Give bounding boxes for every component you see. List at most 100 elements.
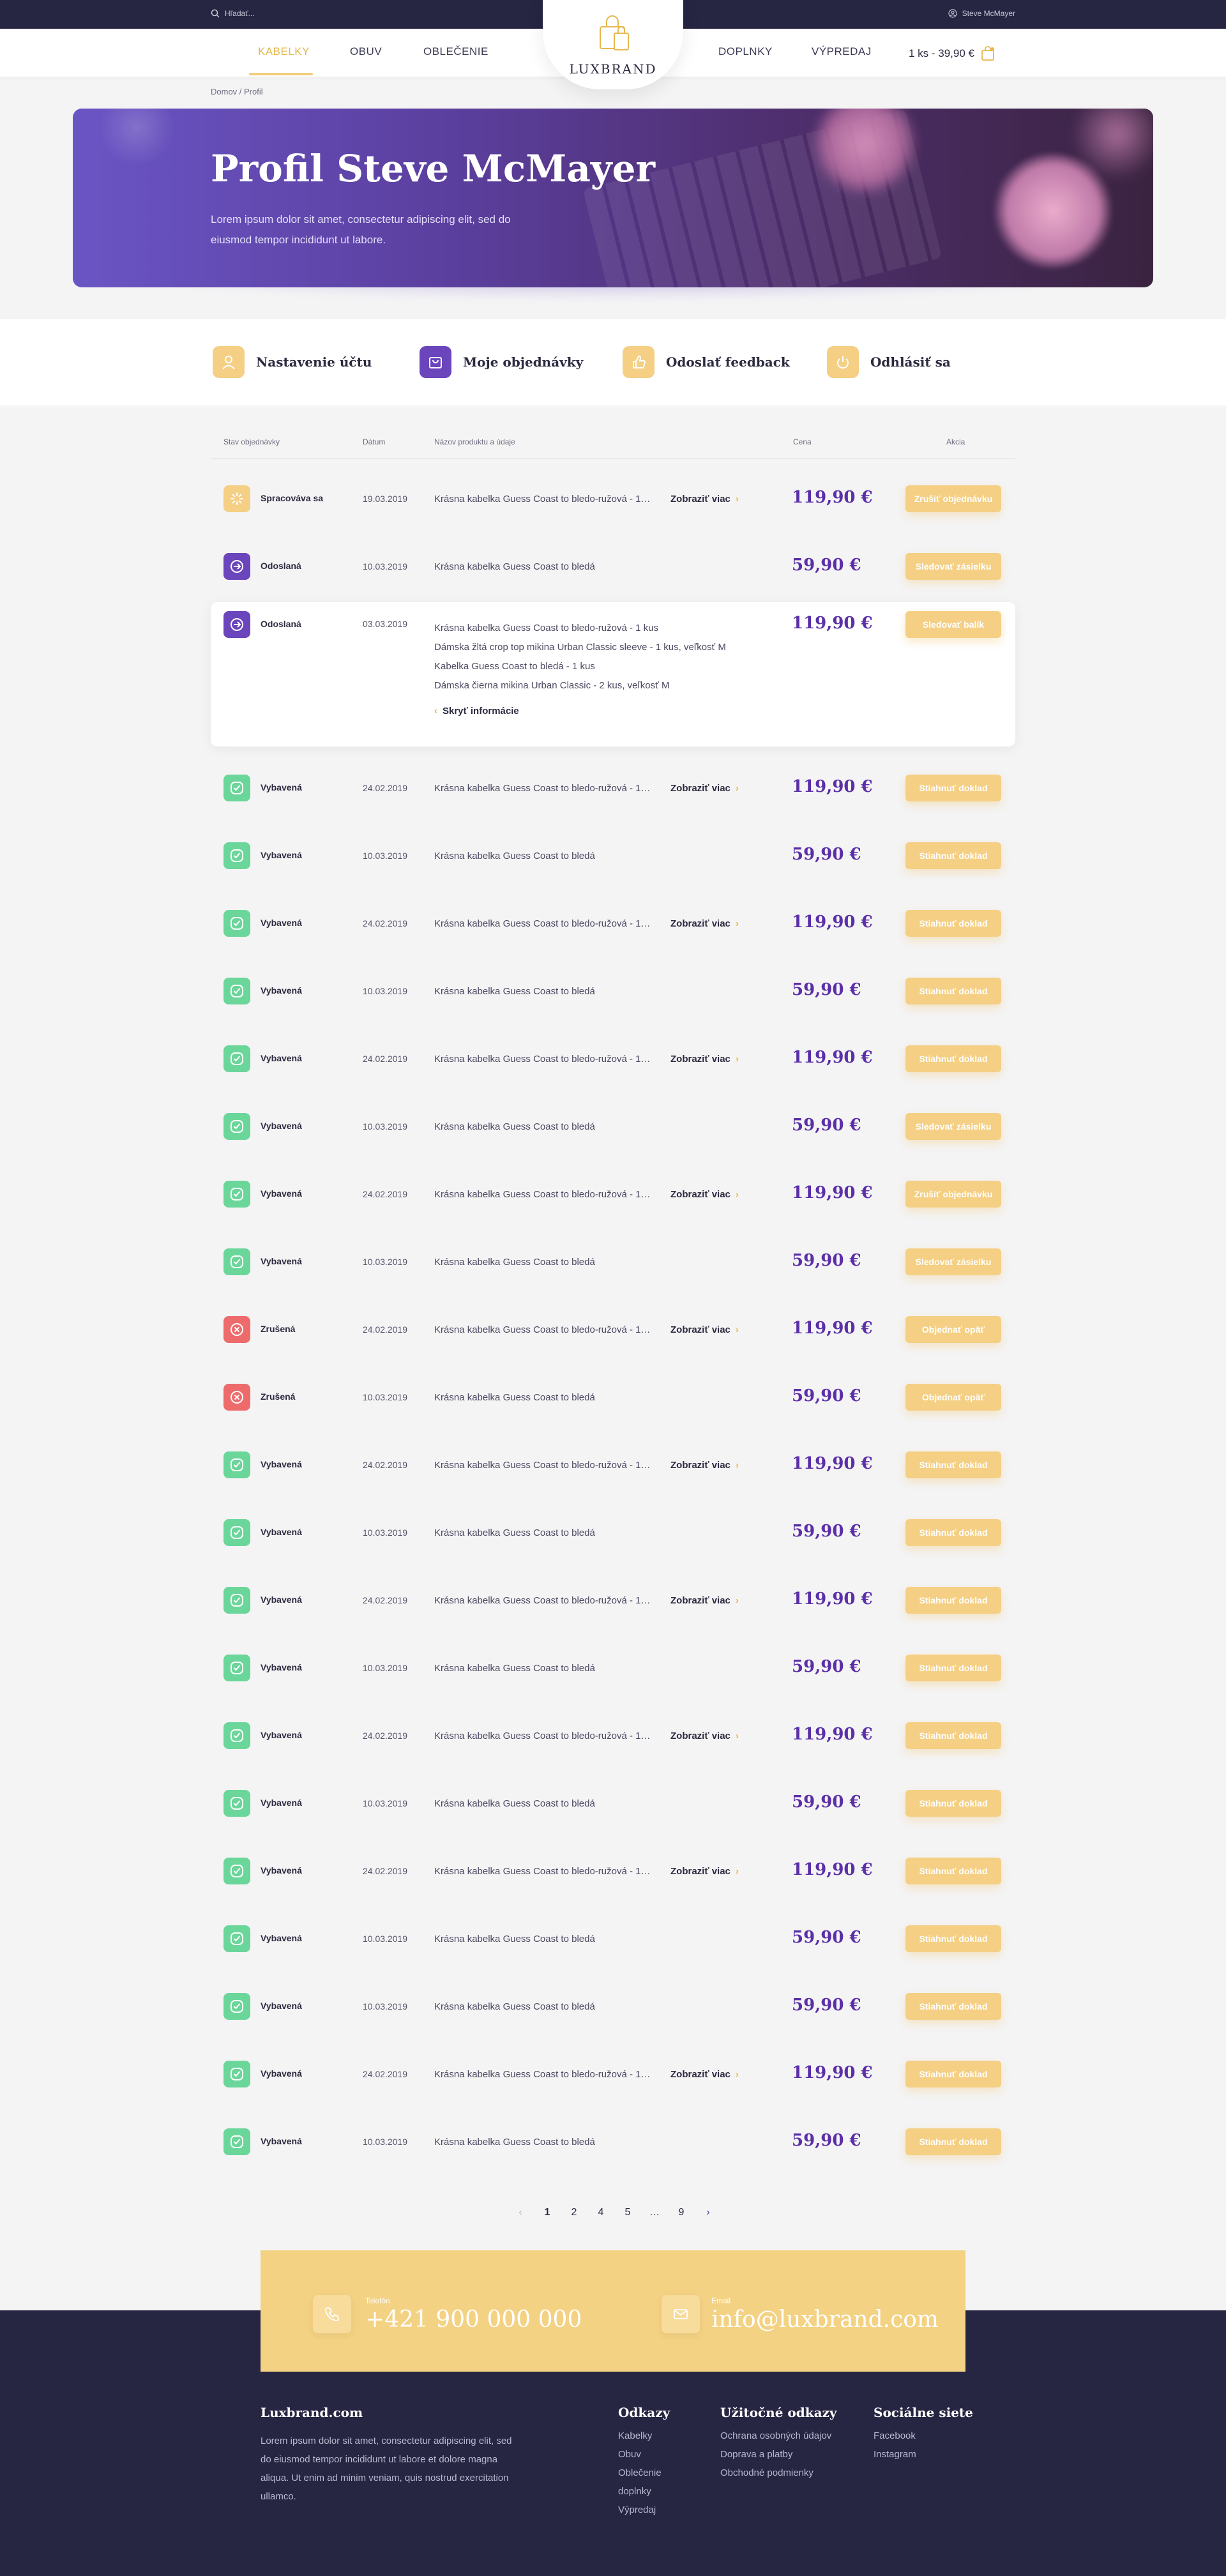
- pagination-prev[interactable]: ‹: [514, 2207, 527, 2218]
- show-more-link[interactable]: Zobraziť viac ›: [670, 2069, 739, 2080]
- nav-item-oblecenie[interactable]: OBLEČENIE: [423, 45, 488, 58]
- footer-link[interactable]: doplnky: [618, 2482, 662, 2501]
- order-row: Vybavená 10.03.2019 Krásna kabelka Guess …: [211, 957, 1015, 1025]
- footer-link[interactable]: Kabelky: [618, 2427, 662, 2445]
- footer-link-facebook[interactable]: Facebook: [874, 2427, 916, 2445]
- footer-link[interactable]: Ochrana osobných údajov: [720, 2427, 831, 2445]
- check-icon: [223, 1790, 250, 1817]
- order-action-button[interactable]: Stiahnuť doklad: [905, 1722, 1001, 1749]
- order-date: 24.02.2019: [363, 1189, 408, 1199]
- order-status: Vybavená: [261, 782, 302, 792]
- show-more-link[interactable]: Zobraziť viac ›: [670, 1324, 739, 1335]
- order-action-button[interactable]: Sledovať zásielku: [905, 553, 1001, 580]
- phone-number[interactable]: +421 900 000 000: [365, 2307, 582, 2333]
- order-action-button[interactable]: Stiahnuť doklad: [905, 2061, 1001, 2087]
- check-icon: [223, 2061, 250, 2087]
- show-more-link[interactable]: Zobraziť viac ›: [670, 1189, 739, 1200]
- email-address[interactable]: info@luxbrand.com: [711, 2307, 939, 2333]
- show-more-label: Zobraziť viac: [670, 1324, 730, 1335]
- order-row: Vybavená 10.03.2019 Krásna kabelka Guess …: [211, 1634, 1015, 1702]
- show-more-link[interactable]: Zobraziť viac ›: [670, 918, 739, 929]
- profile-menu: Nastavenie účtu Moje objednávky Odoslať …: [0, 319, 1226, 405]
- footer-link[interactable]: Oblečenie: [618, 2464, 662, 2482]
- order-product: Krásna kabelka Guess Coast to bledá: [434, 2137, 595, 2148]
- footer-social-links: Facebook Instagram: [874, 2427, 916, 2464]
- order-action-button[interactable]: Stiahnuť doklad: [905, 1451, 1001, 1478]
- order-action-button[interactable]: Stiahnuť doklad: [905, 1519, 1001, 1546]
- show-more-link[interactable]: Zobraziť viac ›: [670, 1054, 739, 1064]
- page-5[interactable]: 5: [621, 2207, 634, 2218]
- order-price: 119,90 €: [792, 1589, 873, 1609]
- check-icon: [223, 1993, 250, 2020]
- order-product: Krásna kabelka Guess Coast to bledo-ružo…: [434, 494, 651, 504]
- check-icon: [223, 1113, 250, 1140]
- order-action-button[interactable]: Stiahnuť doklad: [905, 1790, 1001, 1817]
- menu-send-feedback[interactable]: Odoslať feedback: [623, 346, 790, 378]
- order-row: Vybavená 24.02.2019 Krásna kabelka Guess …: [211, 754, 1015, 822]
- thumbs-up-icon: [623, 346, 655, 378]
- footer-link-instagram[interactable]: Instagram: [874, 2445, 916, 2464]
- order-action-button[interactable]: Objednať opäť: [905, 1384, 1001, 1411]
- order-action-button[interactable]: Stiahnuť doklad: [905, 1858, 1001, 1884]
- order-row: Zrušená 24.02.2019 Krásna kabelka Guess C…: [211, 1296, 1015, 1363]
- nav-item-obuv[interactable]: OBUV: [350, 45, 382, 58]
- show-more-link[interactable]: Zobraziť viac ›: [670, 494, 739, 504]
- show-more-link[interactable]: Zobraziť viac ›: [670, 1595, 739, 1606]
- show-more-link[interactable]: Zobraziť viac ›: [670, 1460, 739, 1471]
- chevron-right-icon: ›: [735, 1054, 739, 1064]
- footer-link[interactable]: Výpredaj: [618, 2501, 662, 2519]
- footer-link[interactable]: Obchodné podmienky: [720, 2464, 831, 2482]
- col-action: Akcia: [946, 437, 965, 446]
- nav-item-vypredaj[interactable]: VÝPREDAJ: [812, 45, 872, 58]
- search[interactable]: Hľadať...: [211, 9, 255, 18]
- order-action-button[interactable]: Sledovať balík: [905, 611, 1001, 638]
- nav-item-kabelky[interactable]: KABELKY: [258, 45, 310, 58]
- order-action-button[interactable]: Stiahnuť doklad: [905, 1925, 1001, 1952]
- order-action-button[interactable]: Stiahnuť doklad: [905, 2128, 1001, 2155]
- order-action-button[interactable]: Stiahnuť doklad: [905, 910, 1001, 937]
- hide-info-link[interactable]: ‹ Skryť informácie: [434, 706, 519, 716]
- footer-link[interactable]: Obuv: [618, 2445, 662, 2464]
- breadcrumb[interactable]: Domov / Profil: [211, 87, 263, 96]
- order-action-button[interactable]: Stiahnuť doklad: [905, 978, 1001, 1004]
- logo[interactable]: LUXBRAND: [543, 0, 683, 89]
- order-action-button[interactable]: Zrušiť objednávku: [905, 485, 1001, 512]
- order-action-button[interactable]: Stiahnuť doklad: [905, 1587, 1001, 1614]
- nav-item-doplnky[interactable]: DOPLNKY: [718, 45, 773, 58]
- contact-strip: Telefón +421 900 000 000 Email info@luxb…: [261, 2250, 965, 2372]
- search-icon: [211, 9, 220, 18]
- user-account[interactable]: Steve McMayer: [948, 9, 1015, 18]
- menu-my-orders[interactable]: Moje objednávky: [420, 346, 583, 378]
- order-action-button[interactable]: Stiahnuť doklad: [905, 1993, 1001, 2020]
- page-1[interactable]: 1: [541, 2207, 554, 2218]
- order-status: Vybavená: [261, 2001, 302, 2011]
- show-more-link[interactable]: Zobraziť viac ›: [670, 783, 739, 794]
- order-action-button[interactable]: Sledovať zásielku: [905, 1248, 1001, 1275]
- page-2[interactable]: 2: [568, 2207, 580, 2218]
- spinner-icon: [223, 485, 250, 512]
- order-action-button[interactable]: Objednať opäť: [905, 1316, 1001, 1343]
- footer-link[interactable]: Doprava a platby: [720, 2445, 831, 2464]
- order-action-button[interactable]: Stiahnuť doklad: [905, 1045, 1001, 1072]
- show-more-link[interactable]: Zobraziť viac ›: [670, 1731, 739, 1741]
- pagination-next[interactable]: ›: [702, 2207, 715, 2218]
- order-product: Krásna kabelka Guess Coast to bledá: [434, 851, 595, 861]
- cart[interactable]: 1 ks - 39,90 €: [909, 45, 996, 62]
- show-more-link[interactable]: Zobraziť viac ›: [670, 1866, 739, 1877]
- order-status: Vybavená: [261, 1188, 302, 1199]
- order-date: 10.03.2019: [363, 851, 408, 861]
- order-date: 10.03.2019: [363, 1121, 408, 1132]
- menu-logout[interactable]: Odhlásiť sa: [827, 346, 951, 378]
- check-icon: [223, 1858, 250, 1884]
- order-status: Vybavená: [261, 1798, 302, 1808]
- order-action-button[interactable]: Stiahnuť doklad: [905, 1655, 1001, 1681]
- order-action-button[interactable]: Stiahnuť doklad: [905, 775, 1001, 801]
- order-action-button[interactable]: Stiahnuť doklad: [905, 842, 1001, 869]
- page-9[interactable]: 9: [675, 2207, 688, 2218]
- order-action-button[interactable]: Sledovať zásielku: [905, 1113, 1001, 1140]
- page-4[interactable]: 4: [594, 2207, 607, 2218]
- check-icon: [223, 910, 250, 937]
- menu-account-settings[interactable]: Nastavenie účtu: [213, 346, 372, 378]
- order-action-button[interactable]: Zrušiť objednávku: [905, 1181, 1001, 1208]
- search-input[interactable]: Hľadať...: [225, 9, 255, 18]
